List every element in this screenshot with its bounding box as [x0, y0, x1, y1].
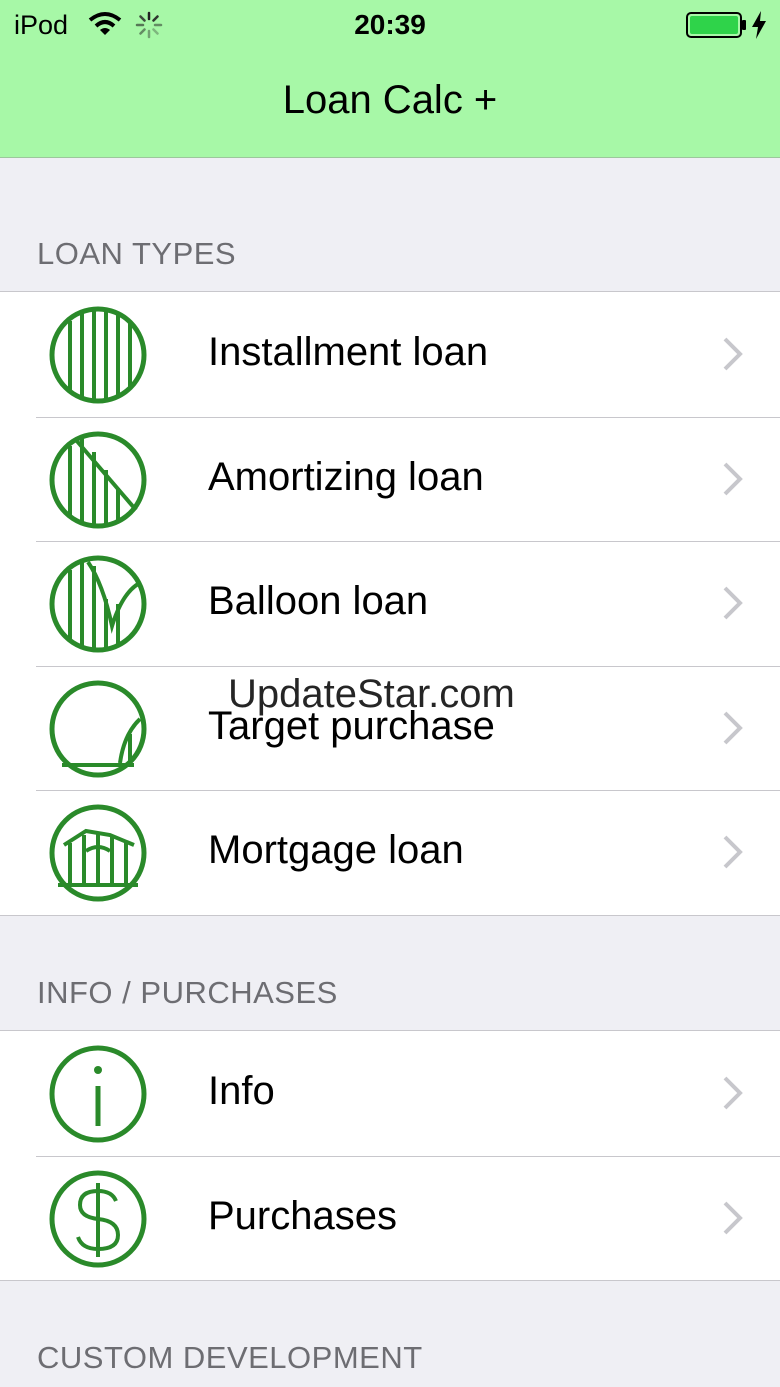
installment-loan-icon: [49, 306, 147, 404]
amortizing-loan-icon: [49, 431, 147, 528]
loan-types-list: Installment loan Amortizing loan Balloon…: [0, 291, 780, 916]
page-title: Loan Calc +: [282, 78, 498, 122]
section-header-info-purchases: INFO / PURCHASES: [37, 975, 338, 1010]
list-item-balloon-loan[interactable]: Balloon loan: [0, 541, 780, 666]
list-item-label: Installment loan: [208, 330, 489, 374]
info-icon: [49, 1045, 147, 1143]
list-item-amortizing-loan[interactable]: Amortizing loan: [0, 416, 780, 542]
list-item-label: Amortizing loan: [208, 454, 484, 499]
list-item-target-purchase[interactable]: Target purchase: [0, 665, 780, 791]
list-item-info[interactable]: Info: [0, 1031, 780, 1156]
list-item-purchases[interactable]: Purchases: [0, 1155, 780, 1281]
info-purchases-list: Info Purchases: [0, 1030, 780, 1281]
dollar-icon: [49, 1170, 147, 1267]
section-header-loan-types: LOAN TYPES: [37, 236, 237, 271]
list-item-label: Balloon loan: [208, 579, 429, 623]
chevron-right-icon: [723, 462, 743, 495]
chevron-right-icon: [723, 337, 743, 371]
chevron-right-icon: [723, 835, 743, 869]
list-item-mortgage-loan[interactable]: Mortgage loan: [0, 790, 780, 915]
list-item-label: Info: [208, 1069, 275, 1113]
charging-bolt-icon: [752, 11, 766, 39]
list-item-label: Mortgage loan: [208, 828, 464, 872]
chevron-right-icon: [723, 1201, 743, 1234]
chevron-right-icon: [723, 586, 743, 620]
navigation-bar: iPod 20:39 Loan Calc +: [0, 0, 780, 158]
battery-icon: [686, 12, 746, 38]
chevron-right-icon: [723, 711, 743, 744]
list-item-label: Target purchase: [208, 703, 495, 748]
clock: 20:39: [354, 9, 426, 40]
mortgage-loan-icon: [49, 804, 147, 902]
list-item-installment-loan[interactable]: Installment loan: [0, 292, 780, 417]
status-bar: iPod 20:39: [0, 0, 780, 52]
balloon-loan-icon: [49, 555, 147, 653]
section-header-custom-development: CUSTOM DEVELOPMENT: [37, 1340, 423, 1375]
chevron-right-icon: [723, 1076, 743, 1110]
list-item-label: Purchases: [208, 1193, 397, 1238]
target-purchase-icon: [49, 680, 147, 777]
